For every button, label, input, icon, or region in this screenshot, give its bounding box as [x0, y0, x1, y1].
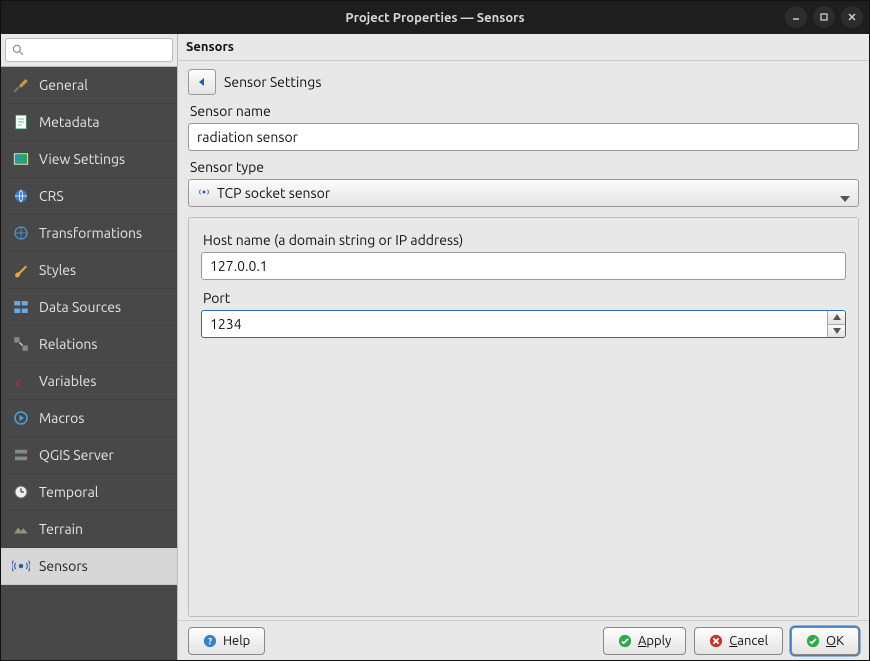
help-button-label: Help — [223, 634, 250, 648]
globe-icon — [11, 186, 31, 206]
cancel-icon — [709, 634, 723, 648]
host-name-input[interactable] — [201, 252, 846, 280]
sidebar-item-label: Relations — [39, 336, 97, 352]
ok-button[interactable]: OK — [791, 627, 859, 655]
apply-button-label: Apply — [638, 634, 671, 648]
minimize-button[interactable] — [785, 6, 807, 28]
ok-icon — [806, 634, 820, 648]
sidebar-item-variables[interactable]: ε Variables — [1, 363, 177, 400]
spin-down-button[interactable] — [827, 325, 845, 338]
data-sources-icon — [11, 297, 31, 317]
sidebar-item-general[interactable]: General — [1, 67, 177, 104]
back-button[interactable] — [188, 69, 216, 95]
relations-icon — [11, 334, 31, 354]
project-properties-window: Project Properties — Sensors — [0, 0, 870, 661]
sensor-name-input[interactable] — [188, 123, 859, 151]
sidebar-item-label: Data Sources — [39, 299, 121, 315]
sidebar-item-label: General — [39, 77, 88, 93]
main-panel: Sensors Sensor Settings Sensor name Sens… — [177, 34, 869, 660]
sidebar-item-label: QGIS Server — [39, 447, 114, 463]
help-button[interactable]: ? Help — [188, 627, 265, 655]
epsilon-icon: ε — [11, 371, 31, 391]
spin-up-button[interactable] — [827, 311, 845, 325]
sidebar-item-styles[interactable]: Styles — [1, 252, 177, 289]
close-button[interactable] — [841, 6, 863, 28]
wrench-icon — [11, 75, 31, 95]
broadcast-icon — [197, 185, 211, 202]
globe-grid-icon — [11, 223, 31, 243]
sidebar-item-label: Macros — [39, 410, 84, 426]
sidebar-item-terrain[interactable]: Terrain — [1, 511, 177, 548]
port-label: Port — [203, 290, 846, 306]
cancel-button-label: Cancel — [729, 634, 768, 648]
terrain-icon — [11, 519, 31, 539]
sidebar-item-label: Sensors — [39, 558, 88, 574]
search-icon — [11, 43, 25, 61]
sidebar-item-transformations[interactable]: Transformations — [1, 215, 177, 252]
sidebar-item-label: View Settings — [39, 151, 125, 167]
sidebar-item-sensors[interactable]: Sensors — [1, 548, 177, 585]
window-controls — [785, 6, 863, 28]
sidebar-item-view-settings[interactable]: View Settings — [1, 141, 177, 178]
help-icon: ? — [203, 634, 217, 648]
sidebar-nav: General Metadata View Settings CRS Trans… — [1, 67, 177, 660]
clock-icon — [11, 482, 31, 502]
sidebar-item-data-sources[interactable]: Data Sources — [1, 289, 177, 326]
breadcrumb-label: Sensor Settings — [224, 74, 321, 90]
sidebar-item-label: CRS — [39, 188, 64, 204]
titlebar: Project Properties — Sensors — [1, 1, 869, 34]
sidebar-item-relations[interactable]: Relations — [1, 326, 177, 363]
sidebar-item-crs[interactable]: CRS — [1, 178, 177, 215]
check-icon — [618, 634, 632, 648]
gear-play-icon — [11, 408, 31, 428]
body: General Metadata View Settings CRS Trans… — [1, 34, 869, 660]
document-icon — [11, 112, 31, 132]
host-name-label: Host name (a domain string or IP address… — [203, 232, 846, 248]
maximize-button[interactable] — [813, 6, 835, 28]
view-icon — [11, 149, 31, 169]
main-header: Sensors — [178, 34, 869, 61]
sidebar: General Metadata View Settings CRS Trans… — [1, 34, 177, 660]
port-input[interactable] — [201, 310, 846, 338]
apply-button[interactable]: Apply — [603, 627, 686, 655]
brush-icon — [11, 260, 31, 280]
svg-text:ε: ε — [16, 376, 22, 389]
window-title: Project Properties — Sensors — [1, 11, 869, 25]
sensor-icon — [11, 556, 31, 576]
svg-text:?: ? — [208, 636, 212, 646]
port-spin-wrap — [201, 310, 846, 338]
sidebar-item-label: Transformations — [39, 225, 142, 241]
chevron-down-icon — [840, 190, 850, 206]
sidebar-item-label: Terrain — [39, 521, 83, 537]
content: Sensor Settings Sensor name Sensor type … — [178, 61, 869, 620]
sidebar-item-label: Metadata — [39, 114, 100, 130]
back-arrow-icon — [196, 76, 208, 88]
sensor-type-label: Sensor type — [190, 159, 859, 175]
sidebar-item-temporal[interactable]: Temporal — [1, 474, 177, 511]
sidebar-item-label: Styles — [39, 262, 76, 278]
ok-button-label: OK — [826, 634, 844, 648]
cancel-button[interactable]: Cancel — [694, 627, 783, 655]
sensor-type-value: TCP socket sensor — [217, 185, 330, 201]
dialog-footer: ? Help Apply Cancel OK — [178, 620, 869, 660]
server-icon — [11, 445, 31, 465]
sidebar-item-qgis-server[interactable]: QGIS Server — [1, 437, 177, 474]
sensor-type-select[interactable]: TCP socket sensor — [188, 179, 859, 207]
search-row — [1, 34, 177, 67]
sidebar-item-macros[interactable]: Macros — [1, 400, 177, 437]
connection-groupbox: Host name (a domain string or IP address… — [188, 217, 859, 617]
breadcrumb-row: Sensor Settings — [188, 69, 859, 95]
spin-buttons — [827, 311, 845, 337]
sensor-name-label: Sensor name — [190, 103, 859, 119]
sidebar-item-metadata[interactable]: Metadata — [1, 104, 177, 141]
sidebar-search-input[interactable] — [5, 38, 173, 62]
sidebar-item-label: Temporal — [39, 484, 98, 500]
sidebar-item-label: Variables — [39, 373, 96, 389]
